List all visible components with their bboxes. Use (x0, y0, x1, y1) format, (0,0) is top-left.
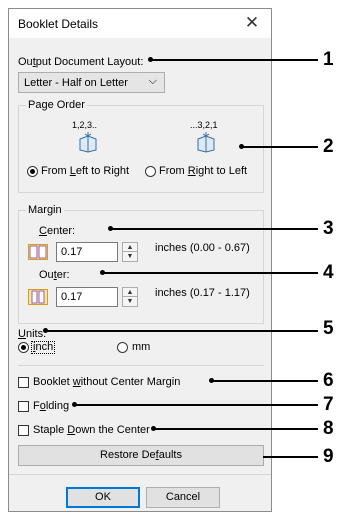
rtl-order-caption: ...3,2,1 (190, 120, 218, 130)
spin-down-icon[interactable]: ▼ (123, 297, 137, 306)
callout-number: 6 (323, 370, 334, 391)
rtl-booklet-icon (197, 132, 215, 153)
callout-number: 1 (323, 49, 334, 70)
radio-left-to-right-button[interactable] (27, 166, 38, 177)
callout-number: 5 (323, 318, 334, 339)
outer-margin-range: inches (0.17 - 1.17) (155, 287, 250, 299)
margin-group-label: Margin (26, 204, 64, 216)
callout-line (102, 272, 318, 274)
separator (18, 365, 264, 366)
output-layout-value: Letter - Half on Letter (24, 77, 128, 89)
radio-mm-label: mm (132, 341, 151, 353)
checkbox-staple-down-center-box[interactable] (18, 425, 29, 436)
callout-number: 2 (323, 136, 334, 157)
window-title: Booklet Details (18, 17, 99, 31)
callout-line (153, 428, 318, 430)
spin-down-icon[interactable]: ▼ (123, 252, 137, 261)
output-layout-select[interactable]: Letter - Half on Letter ⌵ (18, 72, 165, 93)
spin-up-icon[interactable]: ▲ (123, 243, 137, 252)
checkbox-booklet-without-center-margin-box[interactable] (18, 377, 29, 388)
callout-line (211, 380, 318, 382)
radio-mm-button[interactable] (117, 342, 128, 353)
callout-line (241, 146, 318, 148)
ltr-booklet-icon (79, 132, 97, 153)
spin-up-icon[interactable]: ▲ (123, 288, 137, 297)
center-margin-range: inches (0.00 - 0.67) (155, 242, 250, 254)
checkbox-staple-down-center-label: Staple Down the Center (33, 424, 150, 436)
callout-line (74, 404, 318, 406)
footer-separator (9, 474, 271, 475)
title-bar: Booklet Details ✕ (9, 9, 271, 38)
callout-number: 3 (323, 218, 334, 239)
outer-margin-spinner[interactable]: ▲ ▼ (122, 287, 138, 307)
callout-number: 7 (323, 394, 334, 415)
checkbox-booklet-without-center-margin-label: Booklet without Center Margin (33, 376, 181, 388)
center-margin-input[interactable]: 0.17 (56, 242, 118, 262)
units-label: Units: (18, 328, 47, 340)
outer-margin-label: Outer: (39, 269, 70, 281)
callout-number: 9 (323, 446, 334, 467)
outer-margin-input[interactable]: 0.17 (56, 287, 118, 307)
callout-number: 8 (323, 418, 334, 439)
callout-line (110, 228, 318, 230)
cancel-button[interactable]: Cancel (146, 487, 220, 508)
callout-line (45, 330, 318, 332)
radio-right-to-left-button[interactable] (145, 166, 156, 177)
checkbox-folding-label: Folding (33, 400, 70, 412)
outer-margin-icon (28, 289, 48, 305)
callout-number: 4 (323, 262, 334, 283)
output-layout-label: Output Document Layout: (18, 56, 144, 68)
checkbox-folding-box[interactable] (18, 401, 29, 412)
radio-right-to-left-label: From Right to Left (159, 165, 248, 177)
close-icon[interactable]: ✕ (240, 11, 264, 35)
booklet-details-dialog: Booklet Details ✕ Output Document Layout… (8, 8, 272, 512)
center-margin-label: Center: (39, 225, 76, 237)
chevron-down-icon: ⌵ (148, 75, 157, 87)
center-margin-icon (28, 244, 48, 260)
center-margin-spinner[interactable]: ▲ ▼ (122, 242, 138, 262)
radio-inch-label: inch (31, 341, 56, 354)
radio-inch-button[interactable] (18, 342, 29, 353)
ok-button[interactable]: OK (66, 487, 140, 508)
radio-left-to-right-label: From Left to Right (41, 165, 130, 177)
restore-defaults-button[interactable]: Restore Defaults (18, 445, 264, 466)
callout-line (263, 456, 318, 458)
callout-line (150, 59, 318, 61)
ltr-order-caption: 1,2,3.. (72, 120, 98, 130)
page-order-group: Page Order 1,2,3.. ...3,2,1 From Left to… (18, 99, 264, 193)
page-order-group-label: Page Order (26, 99, 87, 111)
